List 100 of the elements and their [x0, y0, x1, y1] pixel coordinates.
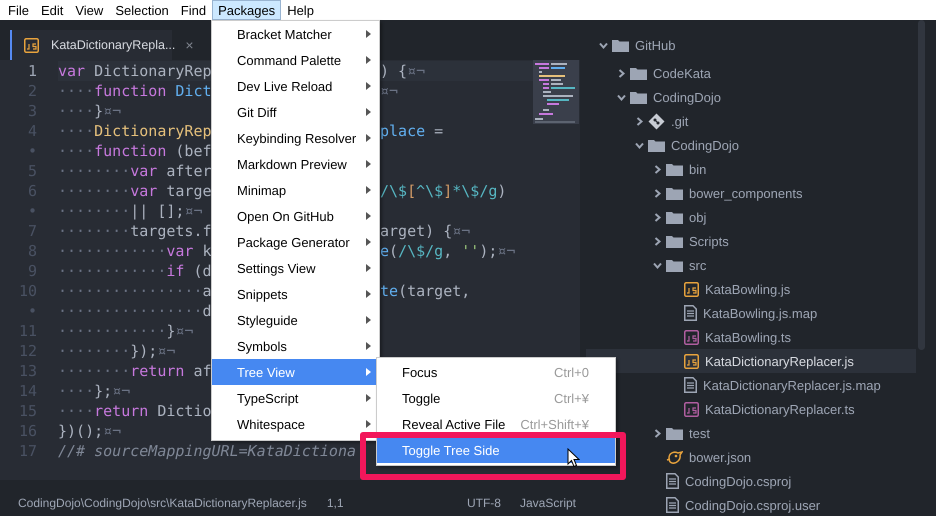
menu-bar-item[interactable]: Help [281, 0, 320, 20]
folder-icon [666, 234, 683, 248]
folder-icon [630, 90, 647, 104]
folder-icon [666, 258, 683, 272]
close-button[interactable]: × [181, 37, 198, 53]
menu-item[interactable]: Settings View [212, 255, 379, 281]
code-line: ¤¬ [380, 81, 398, 101]
chevron-icon[interactable] [599, 40, 608, 50]
code-line: ····};¤¬ [58, 381, 130, 401]
file-name: bower_components [689, 186, 802, 200]
code-line: /\$[^\$]*\$/g) [380, 181, 506, 201]
menu-item[interactable]: Git Diff [212, 99, 379, 125]
chevron-icon[interactable] [653, 164, 662, 174]
file-name: test [689, 426, 710, 440]
cursor-position[interactable]: 1,1 [326, 496, 344, 510]
menu-bar-item[interactable]: Selection [109, 0, 175, 20]
file-name: src [689, 258, 706, 272]
menu-bar-item[interactable]: Packages [212, 0, 282, 20]
folder-icon [648, 138, 665, 152]
chevron-icon[interactable] [617, 92, 626, 102]
tree-row[interactable]: CodingDojo [635, 133, 739, 157]
scrollbar-thumb[interactable] [918, 20, 925, 350]
chevron-icon[interactable] [653, 188, 662, 198]
document-icon [684, 377, 697, 393]
tree-row[interactable]: src [653, 253, 706, 277]
code-line: })();¤¬ [58, 421, 122, 441]
file-path[interactable]: CodingDojo\CodingDojo\src\KataDictionaryReplacer.js [18, 496, 307, 510]
tree-row[interactable]: test [653, 421, 710, 445]
menu-item[interactable]: Open On GitHub [212, 203, 379, 229]
tree-row[interactable]: Scripts [653, 229, 729, 253]
line-number: 1 [28, 61, 38, 81]
menu-bar-item[interactable]: Edit [34, 0, 70, 20]
code-line: ) {¤¬ [380, 61, 426, 81]
file-name: CodeKata [653, 66, 711, 80]
menu-bar-item[interactable]: View [69, 0, 110, 20]
tree-row[interactable]: .git [635, 109, 688, 133]
line-number: • [28, 141, 38, 161]
tree-row[interactable]: KataDictionaryReplacer.ts [671, 397, 855, 421]
tree-row[interactable]: KataDictionaryReplacer.js.map [671, 373, 881, 397]
file-name: Scripts [689, 234, 729, 248]
menu-item[interactable]: Focus Ctrl+0 [377, 359, 615, 385]
tree-row[interactable]: obj [653, 205, 706, 229]
code-line: ············var k [58, 241, 212, 261]
folder-icon [612, 38, 629, 52]
code-line: te(target, [380, 281, 470, 301]
menu-item[interactable]: Styleguide [212, 307, 379, 333]
chevron-icon[interactable] [617, 68, 626, 78]
tree-row[interactable]: CodingDojo.csproj [653, 469, 792, 493]
grammar-label[interactable]: JavaScript [520, 496, 576, 510]
chevron-icon[interactable] [635, 116, 644, 126]
tree-row[interactable]: bin [653, 157, 706, 181]
code-line: ····}¤¬ [58, 101, 122, 121]
menu-item[interactable]: Command Palette [212, 47, 379, 73]
encoding-label[interactable]: UTF-8 [466, 496, 501, 510]
chevron-icon[interactable] [653, 236, 662, 246]
folder-icon [666, 426, 683, 440]
code-line: ········var targe [58, 181, 212, 201]
tree-row[interactable]: KataBowling.js [671, 277, 790, 301]
script-file-icon [684, 330, 699, 344]
minimap-drawing[interactable] [533, 60, 579, 124]
file-name: KataDictionaryReplacer.js.map [703, 378, 881, 392]
file-name: CodingDojo.csproj [685, 474, 792, 488]
tree-row[interactable]: bower.json [653, 445, 752, 469]
file-name: KataBowling.js.map [703, 306, 818, 320]
script-file-icon [684, 402, 699, 416]
tree-row[interactable]: CodingDojo [617, 85, 721, 109]
code-line: ····return Dictio [58, 401, 212, 421]
file-name: CodingDojo.csproj.user [685, 498, 820, 512]
code-line: ················d [58, 301, 212, 321]
tree-row[interactable]: KataBowling.js.map [671, 301, 818, 325]
document-icon [684, 305, 697, 321]
menu-item[interactable]: Package Generator [212, 229, 379, 255]
menu-item[interactable]: Symbols [212, 333, 379, 359]
tree-row[interactable]: KataBowling.ts [671, 325, 791, 349]
menu-item[interactable]: Markdown Preview [212, 151, 379, 177]
file-name: GitHub [635, 38, 676, 52]
file-name: KataBowling.js [705, 282, 790, 296]
tree-row[interactable]: GitHub [599, 33, 676, 57]
code-line: ········targets.f [58, 221, 212, 241]
chevron-icon[interactable] [653, 428, 662, 438]
tab-title: KataDictionaryRepla... [51, 38, 176, 52]
menu-item[interactable]: Snippets [212, 281, 379, 307]
folder-icon [666, 210, 683, 224]
tree-row[interactable]: bower_components [653, 181, 802, 205]
menu-item[interactable]: Minimap [212, 177, 379, 203]
file-name: KataBowling.ts [705, 330, 791, 344]
tree-row[interactable]: KataDictionaryReplacer.js [671, 349, 854, 373]
menu-bar-item[interactable]: Find [174, 0, 212, 20]
menu-item[interactable]: Dev Live Reload [212, 73, 379, 99]
menu-item[interactable]: Toggle Ctrl+¥ [377, 385, 615, 411]
tree-row[interactable]: CodingDojo.csproj.user [653, 493, 820, 516]
menu-bar-item[interactable]: File [2, 0, 35, 20]
menu-item[interactable]: Bracket Matcher [212, 21, 379, 47]
file-name: bower.json [689, 450, 752, 464]
chevron-icon[interactable] [653, 260, 662, 270]
chevron-icon[interactable] [653, 212, 662, 222]
code-line: ········|| [];¤¬ [58, 201, 202, 221]
chevron-icon[interactable] [635, 140, 644, 150]
tree-row[interactable]: CodeKata [617, 61, 711, 85]
menu-item[interactable]: Keybinding Resolver [212, 125, 379, 151]
